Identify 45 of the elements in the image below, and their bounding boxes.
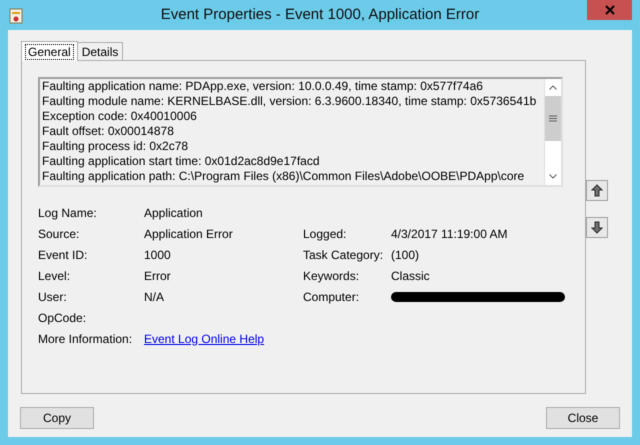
description-line: Exception code: 0x40010006 <box>42 109 198 124</box>
field-value: Error <box>144 268 171 282</box>
description-line: Faulting process id: 0x2c78 <box>42 139 190 154</box>
field-label: User: <box>38 288 68 306</box>
field-value: 4/3/2017 11:19:00 AM <box>391 226 508 242</box>
scroll-thumb[interactable] <box>545 96 561 141</box>
description-line: Faulting application start time: 0x01d2ac8d9e17facd <box>42 154 321 169</box>
field-label: Logged: <box>303 226 348 242</box>
description-line: Fault offset: 0x00014878 <box>42 124 175 139</box>
description-line: Faulting application name: PDApp.exe, version: 10.0.0.49, time stamp: 0x577f74a6 <box>42 79 484 94</box>
window-title: Event Properties - Event 1000, Application Error <box>160 4 480 25</box>
field-value: (100) <box>391 246 420 264</box>
field-value: 1000 <box>144 248 171 262</box>
down-arrow-icon <box>591 221 603 234</box>
scroll-down-icon <box>549 174 557 179</box>
up-arrow-icon <box>591 184 603 197</box>
field-value: Application Error <box>144 226 233 240</box>
description-line: Faulting module name: KERNELBASE.dll, version: 6.3.9600.18340, time stamp: 0x5736541b <box>42 94 538 109</box>
field-label: Event ID: <box>38 246 88 264</box>
field-value: Application <box>144 206 203 220</box>
copy-button[interactable]: Copy <box>20 407 94 429</box>
field-label: Keywords: <box>303 268 360 284</box>
field-label: Source: <box>38 226 80 242</box>
field-label: More Information: <box>38 330 134 348</box>
help-link[interactable]: Event Log Online Help <box>144 332 264 346</box>
scroll-up-icon <box>549 85 557 90</box>
grip-icon <box>549 115 557 122</box>
next-event-button[interactable] <box>586 217 608 238</box>
close-icon <box>604 5 614 15</box>
field-label: Task Category: <box>303 246 384 264</box>
description-box[interactable] <box>38 77 563 187</box>
field-label: OpCode: <box>38 310 88 326</box>
app-icon <box>9 8 23 24</box>
scrollbar[interactable] <box>544 79 561 185</box>
tab[interactable]: Details <box>76 42 124 60</box>
previous-event-button[interactable] <box>586 180 608 201</box>
field-label: Level: <box>38 268 72 284</box>
close-dialog-button[interactable]: Close <box>546 407 620 429</box>
close-button[interactable] <box>587 0 632 20</box>
field-value: Classic <box>391 268 430 284</box>
field-label: Computer: <box>303 288 360 306</box>
field-label: Log Name: <box>38 204 98 222</box>
description-line: Faulting application path: C:\Program Files (x86)\Common Files\Adobe\OOBE\PDApp\core <box>42 169 526 184</box>
field-value: N/A <box>144 290 164 304</box>
tab[interactable]: General <box>21 41 78 61</box>
